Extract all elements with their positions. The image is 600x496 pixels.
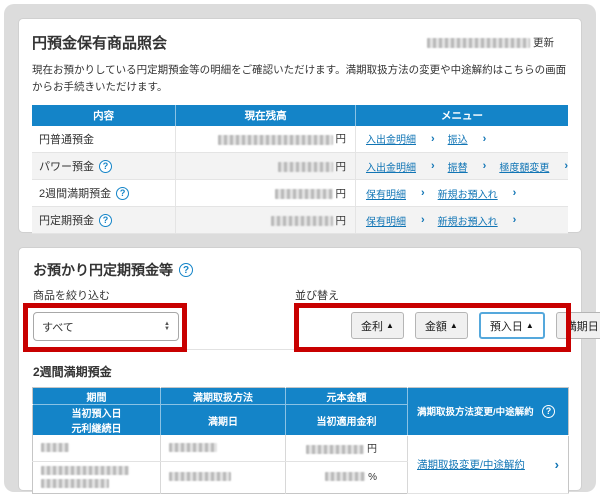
- sort-label: 並び替え: [295, 290, 339, 302]
- link-new-deposit[interactable]: 新規お預入れ: [438, 186, 498, 201]
- column-header-method: 満期取扱方法: [160, 387, 286, 405]
- time-deposit-table: 期間 満期取扱方法 元本金額 満期取扱方法変更/中途解約 ? 当初預入日 元利継…: [32, 387, 569, 494]
- chevron-right-icon: ›: [430, 132, 435, 145]
- yen-suffix: 円: [335, 187, 346, 200]
- annotation-box-filter: [23, 303, 187, 352]
- column-header-menu: メニュー: [354, 104, 568, 126]
- masked-renewal-date: [41, 479, 109, 488]
- link-limit-change[interactable]: 極度額変更: [499, 159, 549, 174]
- holdings-table: 内容 現在残高 メニュー 円普通預金 円 入出金明細 › 振込 › パワー預金? 円…: [32, 104, 568, 235]
- column-header-deposit-date: 当初預入日 元利継続日: [32, 404, 161, 435]
- masked-principal: [306, 445, 365, 455]
- chevron-right-icon: ›: [482, 160, 487, 173]
- chevron-right-icon: ›: [420, 214, 425, 227]
- column-header-rate: 当初適用金利: [285, 404, 408, 435]
- deposit-row-summary: 円 満期取扱変更/中途解約 ›: [32, 435, 569, 494]
- table-row-2week: 2週間満期預金? 円 保有明細 › 新規お預入れ ›: [32, 179, 568, 208]
- help-icon[interactable]: ?: [542, 404, 555, 418]
- product-name: 円定期預金: [39, 215, 94, 228]
- masked-method: [169, 443, 217, 453]
- yen-suffix: 円: [335, 133, 346, 146]
- filter-label: 商品を絞り込む: [33, 290, 110, 302]
- product-name: 2週間満期預金: [39, 188, 112, 201]
- action-cell: 満期取扱変更/中途解約 ›: [407, 435, 569, 494]
- link-transfer[interactable]: 振込: [448, 131, 468, 146]
- masked-rate: [325, 472, 366, 482]
- page-title: 円預金保有商品照会: [32, 35, 168, 52]
- link-deposit-withdrawal-detail[interactable]: 入出金明細: [366, 131, 416, 146]
- link-transfer-between[interactable]: 振替: [448, 159, 468, 174]
- time-deposit-card: お預かり円定期預金等 ? 商品を絞り込む 並び替え すべて ▲ ▼ 金利 ▲ 金額 ▲…: [18, 247, 600, 494]
- link-holdings-detail[interactable]: 保有明細: [366, 186, 406, 201]
- help-icon[interactable]: ?: [99, 159, 112, 173]
- subsection-title: 2週間満期預金: [33, 365, 112, 379]
- help-icon[interactable]: ?: [179, 263, 193, 277]
- annotation-box-sort: [294, 303, 571, 352]
- holdings-card: 円預金保有商品照会 更新 現在お預かりしている円定期預金等の明細をご確認いただけ…: [18, 18, 582, 235]
- link-new-deposit[interactable]: 新規お預入れ: [438, 213, 498, 228]
- last-updated: 更新: [427, 35, 554, 50]
- yen-suffix: 円: [367, 444, 377, 456]
- masked-balance: [274, 188, 333, 199]
- table-row-teiki: 円定期預金? 円 保有明細 › 新規お預入れ ›: [32, 206, 568, 235]
- masked-maturity-date: [169, 472, 231, 482]
- yen-suffix: 円: [335, 214, 346, 227]
- table-row-futsu: 円普通預金 円 入出金明細 › 振込 ›: [32, 125, 568, 154]
- chevron-right-icon: ›: [482, 132, 487, 145]
- chevron-right-icon: ›: [512, 187, 517, 200]
- product-name: 円普通預金: [39, 133, 94, 146]
- chevron-right-icon: ›: [564, 160, 568, 173]
- updated-label: 更新: [533, 37, 554, 49]
- masked-balance: [217, 134, 333, 145]
- chevron-right-icon: ›: [512, 214, 517, 227]
- column-header-content: 内容: [32, 104, 176, 126]
- chevron-right-icon: ›: [554, 456, 559, 472]
- masked-balance: [270, 215, 333, 226]
- masked-balance: [277, 161, 333, 172]
- masked-period: [41, 443, 69, 453]
- maturity-change-cancel-link[interactable]: 満期取扱変更/中途解約: [417, 457, 525, 472]
- help-icon[interactable]: ?: [99, 213, 112, 227]
- help-icon[interactable]: ?: [116, 186, 130, 200]
- yen-suffix: 円: [335, 160, 346, 173]
- chevron-right-icon: ›: [430, 160, 435, 173]
- page-description: 現在お預かりしている円定期預金等の明細をご確認いただけます。満期取扱方法の変更や…: [32, 64, 567, 94]
- column-header-action: 満期取扱方法変更/中途解約 ?: [407, 387, 569, 436]
- column-header-maturity: 満期日: [160, 404, 286, 435]
- table-row-power: パワー預金? 円 入出金明細 › 振替 › 極度額変更 ›: [32, 152, 568, 181]
- link-deposit-withdrawal-detail[interactable]: 入出金明細: [366, 159, 416, 174]
- masked-deposit-date: [41, 466, 129, 475]
- percent-suffix: %: [368, 471, 377, 483]
- column-header-principal: 元本金額: [285, 387, 408, 405]
- column-header-period: 期間: [32, 387, 161, 405]
- link-holdings-detail[interactable]: 保有明細: [366, 213, 406, 228]
- section-title: お預かり円定期預金等: [33, 262, 173, 278]
- masked-update-timestamp: [427, 37, 530, 48]
- product-name: パワー預金: [39, 161, 94, 174]
- chevron-right-icon: ›: [420, 187, 425, 200]
- column-header-balance: 現在残高: [175, 104, 356, 126]
